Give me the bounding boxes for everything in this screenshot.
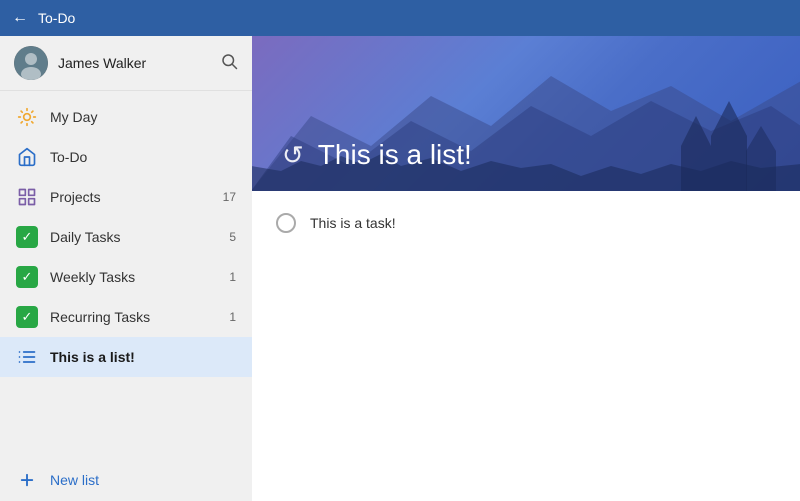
list-refresh-icon: ↺ — [282, 140, 304, 171]
home-icon — [16, 146, 38, 168]
sidebar-item-count: 1 — [229, 270, 236, 284]
sidebar-item-label: Recurring Tasks — [50, 309, 217, 325]
task-text: This is a task! — [310, 215, 396, 231]
sidebar-item-count: 5 — [229, 230, 236, 244]
content-title: This is a list! — [318, 139, 472, 171]
sidebar-item-label: Daily Tasks — [50, 229, 217, 245]
grid-icon — [16, 186, 38, 208]
sidebar-item-daily-tasks[interactable]: ✓ Daily Tasks 5 — [0, 217, 252, 257]
sidebar-item-label: Projects — [50, 189, 211, 205]
sidebar-item-projects[interactable]: Projects 17 — [0, 177, 252, 217]
plus-icon — [16, 469, 38, 491]
sidebar-item-count: 1 — [229, 310, 236, 324]
sun-icon — [16, 106, 38, 128]
sidebar-item-this-is-a-list[interactable]: This is a list! — [0, 337, 252, 377]
content-area: ↺ This is a list! This is a task! — [252, 36, 800, 501]
avatar — [14, 46, 48, 80]
sidebar-item-weekly-tasks[interactable]: ✓ Weekly Tasks 1 — [0, 257, 252, 297]
new-list-button[interactable]: New list — [0, 459, 252, 501]
sidebar-item-label: My Day — [50, 109, 236, 125]
sidebar-item-label: This is a list! — [50, 349, 236, 365]
title-bar: ← To-Do — [0, 0, 800, 36]
main-layout: James Walker — [0, 36, 800, 501]
sidebar-item-recurring-tasks[interactable]: ✓ Recurring Tasks 1 — [0, 297, 252, 337]
task-list: This is a task! — [252, 191, 800, 501]
app-title: To-Do — [38, 10, 75, 26]
list-icon — [16, 346, 38, 368]
header-title-row: ↺ This is a list! — [282, 139, 472, 171]
task-item[interactable]: This is a task! — [252, 201, 800, 245]
check-box-icon: ✓ — [16, 226, 38, 248]
back-button[interactable]: ← — [12, 9, 28, 27]
nav-items: My Day To-Do — [0, 91, 252, 459]
new-list-label: New list — [50, 472, 99, 488]
task-complete-button[interactable] — [276, 213, 296, 233]
user-name: James Walker — [58, 55, 210, 71]
sidebar-item-my-day[interactable]: My Day — [0, 97, 252, 137]
content-header: ↺ This is a list! — [252, 36, 800, 191]
sidebar-item-count: 17 — [223, 190, 236, 204]
sidebar: James Walker — [0, 36, 252, 501]
search-button[interactable] — [220, 52, 238, 75]
check-box-icon: ✓ — [16, 306, 38, 328]
check-box-icon: ✓ — [16, 266, 38, 288]
sidebar-item-label: Weekly Tasks — [50, 269, 217, 285]
sidebar-item-label: To-Do — [50, 149, 236, 165]
user-row: James Walker — [0, 36, 252, 91]
sidebar-item-to-do[interactable]: To-Do — [0, 137, 252, 177]
